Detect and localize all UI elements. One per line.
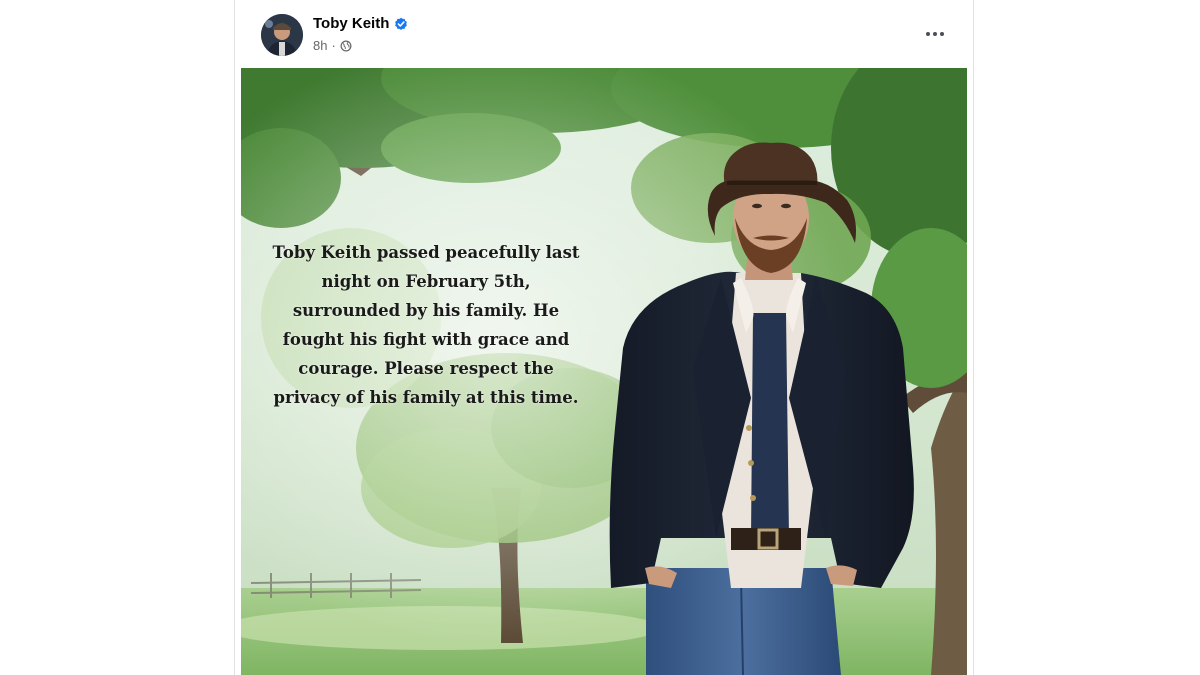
author-row: Toby Keith <box>313 15 408 32</box>
author-name[interactable]: Toby Keith <box>313 15 389 32</box>
memorial-message: Toby Keith passed peacefully last night … <box>272 243 580 407</box>
post-header: Toby Keith 8h · <box>241 0 967 66</box>
meta-separator: · <box>331 38 336 53</box>
post-timestamp[interactable]: 8h <box>313 38 327 53</box>
author-avatar[interactable] <box>261 14 303 56</box>
globe-icon[interactable] <box>340 40 352 52</box>
ellipsis-icon <box>926 32 944 36</box>
post-photo[interactable]: Toby Keith passed peacefully last night … <box>241 68 967 675</box>
avatar-photo <box>261 14 303 56</box>
more-options-button[interactable] <box>921 22 949 46</box>
verified-badge-icon <box>395 17 408 30</box>
screen: Toby Keith 8h · Toby Keith passed peacef… <box>0 0 1200 675</box>
post-meta: 8h · <box>313 38 352 53</box>
facebook-post: Toby Keith 8h · Toby Keith passed peacef… <box>234 0 974 675</box>
